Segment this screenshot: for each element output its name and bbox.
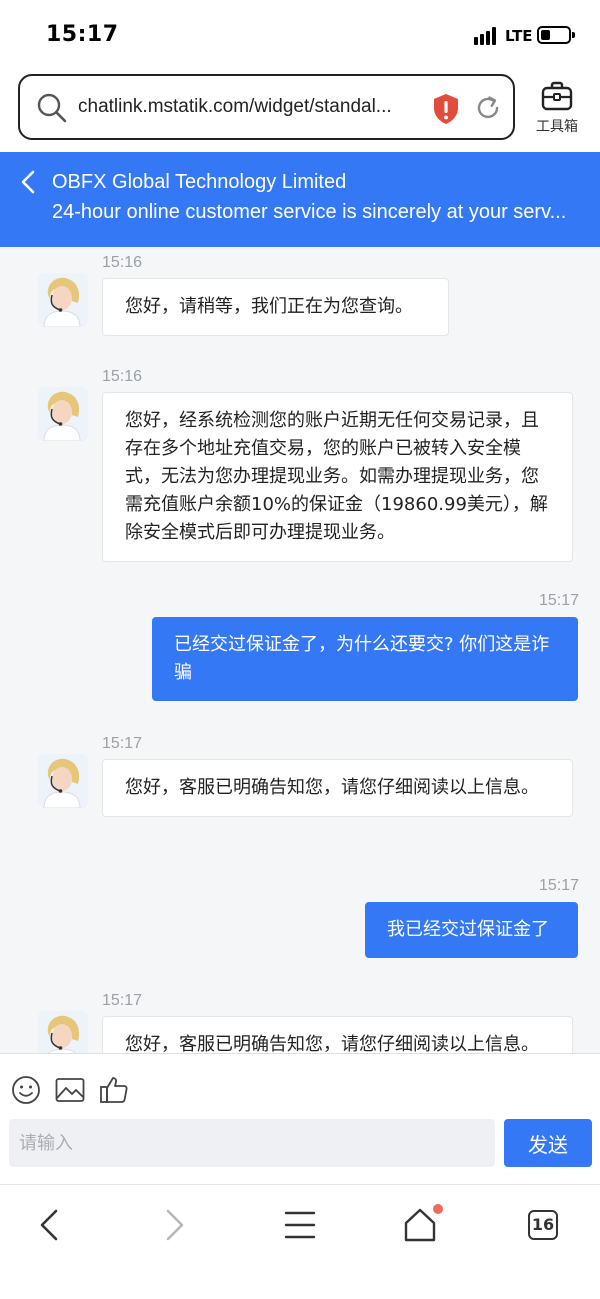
agent-message-bubble: 您好，请稍等，我们正在为您查询。 bbox=[102, 278, 449, 336]
address-bar[interactable]: chatlink.mstatik.com/widget/standal... bbox=[18, 74, 515, 140]
agent-message-bubble: 您好，客服已明确告知您，请您仔细阅读以上信息。 bbox=[102, 759, 573, 817]
message-time: 15:16 bbox=[102, 368, 143, 385]
image-icon[interactable] bbox=[54, 1074, 86, 1106]
smile-icon[interactable] bbox=[10, 1074, 42, 1106]
agent-avatar bbox=[38, 754, 88, 808]
search-icon bbox=[37, 93, 67, 123]
chat-header: OBFX Global Technology Limited 24-hour o… bbox=[0, 152, 600, 247]
menu-icon[interactable] bbox=[280, 1205, 320, 1245]
shield-icon[interactable] bbox=[432, 93, 460, 125]
agent-message-bubble: 您好，经系统检测您的账户近期无任何交易记录，且存在多个地址充值交易，您的账户已被… bbox=[102, 392, 573, 562]
forward-icon[interactable] bbox=[154, 1205, 194, 1245]
message-input[interactable] bbox=[9, 1119, 495, 1167]
agent-message-bubble: 您好，客服已明确告知您，请您仔细阅读以上信息。 bbox=[102, 1016, 573, 1053]
header-title: OBFX Global Technology Limited bbox=[52, 171, 347, 193]
network-type: LTE bbox=[505, 27, 533, 45]
header-back-icon[interactable] bbox=[18, 168, 40, 196]
toolbox-button[interactable]: 工具箱 bbox=[528, 80, 586, 140]
message-time: 15:17 bbox=[538, 877, 579, 894]
status-time: 15:17 bbox=[46, 22, 119, 47]
reload-icon[interactable] bbox=[474, 94, 502, 122]
message-time: 15:16 bbox=[102, 254, 143, 271]
agent-avatar bbox=[38, 1011, 88, 1053]
back-icon[interactable] bbox=[30, 1205, 70, 1245]
send-button[interactable]: 发送 bbox=[504, 1119, 592, 1167]
url-text[interactable]: chatlink.mstatik.com/widget/standal... bbox=[78, 96, 434, 118]
agent-avatar bbox=[38, 387, 88, 441]
message-time: 15:17 bbox=[102, 992, 143, 1009]
composer: 发送 bbox=[0, 1053, 600, 1183]
notification-dot bbox=[433, 1204, 443, 1214]
user-message-bubble: 我已经交过保证金了 bbox=[365, 902, 578, 958]
thumbs-up-icon[interactable] bbox=[98, 1074, 130, 1106]
user-message-bubble: 已经交过保证金了，为什么还要交? 你们这是诈骗 bbox=[152, 617, 578, 701]
message-time: 15:17 bbox=[538, 592, 579, 609]
signal-icon bbox=[474, 27, 500, 45]
status-bar: 15:17 LTE bbox=[0, 0, 600, 70]
message-time: 15:17 bbox=[102, 735, 143, 752]
toolbox-icon bbox=[541, 81, 573, 111]
battery-icon bbox=[537, 26, 575, 44]
tabs-icon[interactable]: 16 bbox=[528, 1210, 558, 1240]
bottom-nav: 16 bbox=[0, 1184, 600, 1299]
header-subtitle: 24-hour online customer service is since… bbox=[52, 201, 567, 223]
toolbox-label: 工具箱 bbox=[536, 119, 578, 135]
agent-avatar bbox=[38, 273, 88, 327]
chat-messages[interactable]: 15:16 您好，请稍等，我们正在为您查询。 15:16 您好，经系统检测您的账… bbox=[0, 247, 600, 1053]
